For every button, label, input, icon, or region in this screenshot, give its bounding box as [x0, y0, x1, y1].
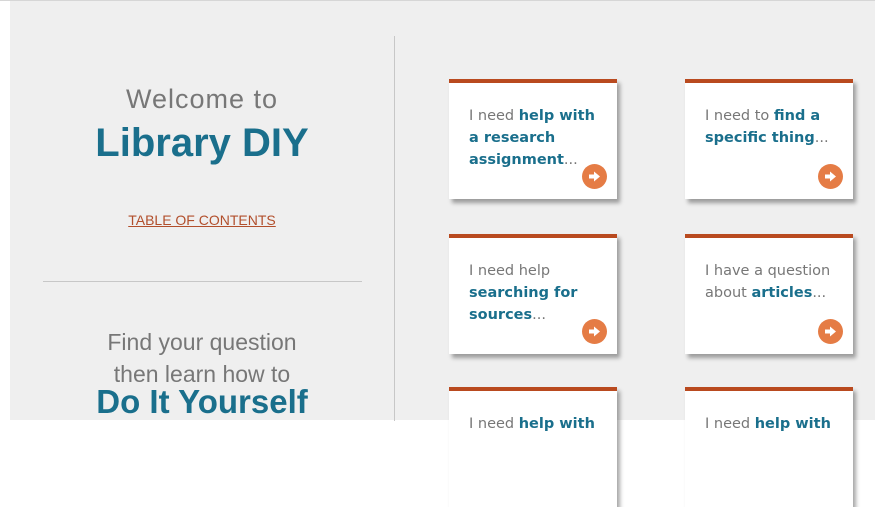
site-title: Library DIY: [95, 121, 309, 165]
card-text: I need help with: [705, 413, 845, 435]
card-topic: articles: [751, 285, 813, 301]
card-topic: searching for sources: [469, 285, 578, 323]
card-ellipsis: ...: [812, 285, 827, 301]
horizontal-divider: [43, 281, 362, 282]
card-lead: I need: [469, 108, 519, 124]
find-question-line-1: Find your question: [107, 329, 297, 355]
intro-panel: Welcome to Library DIY TABLE OF CONTENTS…: [10, 1, 394, 421]
card-lead: I need: [705, 416, 755, 432]
page: Welcome to Library DIY TABLE OF CONTENTS…: [0, 0, 875, 507]
card-text: I need help with a research assignment..…: [469, 105, 609, 171]
welcome-text: Welcome to: [125, 84, 279, 114]
card-ellipsis: ...: [563, 152, 578, 168]
card-partial-right[interactable]: I need help with: [685, 387, 853, 507]
do-it-yourself-heading: Do It Yourself: [96, 383, 308, 420]
card-partial-left[interactable]: I need help with: [449, 387, 617, 507]
card-text: I have a question about articles...: [705, 260, 845, 304]
card-ellipsis: ...: [532, 307, 546, 323]
card-lead: I need to: [705, 108, 774, 124]
card-text: I need help with: [469, 413, 609, 435]
card-topic: help with: [754, 416, 831, 432]
card-topic: help with: [518, 416, 595, 432]
card-lead: I need: [469, 416, 519, 432]
card-ellipsis: ...: [814, 130, 829, 146]
vertical-divider: [394, 36, 395, 421]
card-specific-thing[interactable]: I need to find a specific thing...: [685, 79, 853, 199]
card-lead: I need help: [469, 263, 551, 279]
card-articles[interactable]: I have a question about articles...: [685, 234, 853, 354]
arrow-right-icon[interactable]: [818, 319, 843, 344]
arrow-right-icon[interactable]: [582, 319, 607, 344]
table-of-contents-link[interactable]: TABLE OF CONTENTS: [10, 212, 394, 228]
card-text: I need to find a specific thing...: [705, 105, 845, 149]
arrow-right-icon[interactable]: [582, 164, 607, 189]
arrow-right-icon[interactable]: [818, 164, 843, 189]
card-research-assignment[interactable]: I need help with a research assignment..…: [449, 79, 617, 199]
card-text: I need help searching for sources...: [469, 260, 609, 326]
card-searching-sources[interactable]: I need help searching for sources...: [449, 234, 617, 354]
page-margin: [0, 1, 10, 421]
